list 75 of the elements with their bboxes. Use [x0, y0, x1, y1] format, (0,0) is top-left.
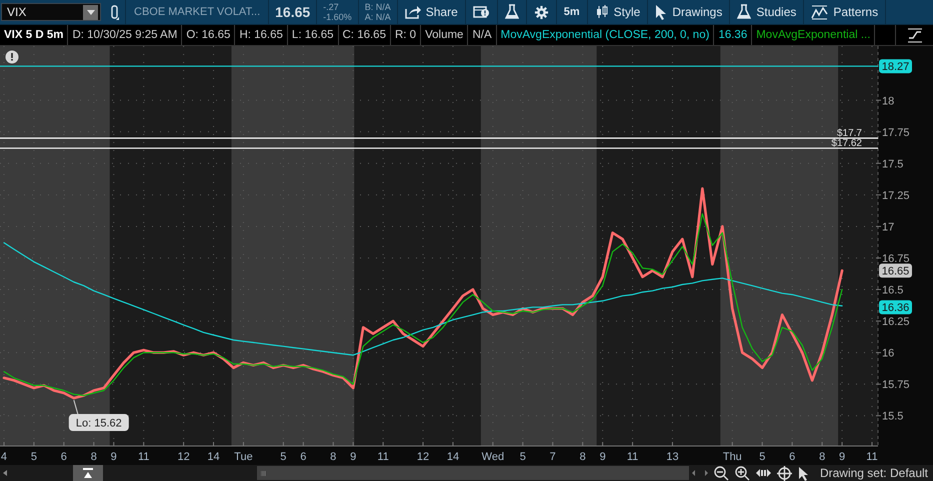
info-cell: O: 16.65 [182, 25, 236, 45]
info-cell: H: 16.65 [235, 25, 288, 45]
toolbar-button[interactable]: Share [398, 0, 466, 24]
symbol-description: CBOE MARKET VOLAT... [126, 0, 270, 24]
x-axis-label: Tue [234, 451, 253, 463]
x-axis-label: 5 [759, 451, 766, 463]
study-value: 16.36 [714, 25, 752, 45]
info-cell: N/A [468, 25, 497, 45]
x-axis-label: 8 [330, 451, 336, 463]
x-axis-label: 9 [600, 451, 606, 463]
toolbar-button[interactable]: 5m [556, 0, 588, 24]
price-badge: 16.65 [879, 264, 912, 278]
toolbar-button[interactable]: Studies [730, 0, 804, 24]
x-axis-label: 6 [60, 451, 67, 463]
toolbar-button[interactable]: Drawings [648, 0, 730, 24]
info-cell: D: 10/30/25 9:25 AM [68, 25, 182, 45]
bid-price: B: N/A [364, 2, 391, 12]
chart-title: VIX 5 D 5m [0, 25, 68, 45]
price-change: -.27 [323, 2, 340, 12]
x-axis-label: 9 [110, 451, 117, 463]
price-badge: 18.27 [879, 59, 912, 74]
x-axis-label: 12 [177, 451, 190, 463]
percent-change: -1.60% [323, 12, 352, 22]
x-axis-label: 11 [866, 451, 878, 463]
info-cell: Volume [421, 25, 468, 45]
x-axis-label: 5 [30, 451, 37, 463]
info-cell: C: 16.65 [338, 25, 391, 45]
x-axis-label: 5 [280, 451, 286, 463]
y-axis-label: 16 [882, 348, 894, 360]
x-axis-label: 7 [550, 451, 556, 463]
x-axis-label: 6 [789, 451, 796, 463]
annotation: 18.27 [882, 61, 910, 74]
price-level-label: $17.7 [836, 128, 862, 140]
y-axis-label: 17.25 [882, 190, 910, 202]
x-axis-label: 13 [666, 451, 679, 463]
y-axis-label: 16.75 [882, 252, 910, 265]
x-axis-label: 4 [0, 451, 8, 463]
x-axis-label: 6 [300, 451, 306, 463]
x-axis-label: 8 [580, 451, 586, 463]
y-axis-label: 17 [882, 221, 894, 234]
info-cell: R: 0 [390, 25, 422, 45]
drawing-set-label: Drawing set: Default [820, 466, 929, 480]
x-axis-label: 11 [626, 451, 638, 463]
price-level-label: $17.62 [831, 138, 862, 150]
x-axis-label: Wed [482, 451, 504, 463]
y-axis-label: 16.5 [882, 284, 904, 297]
x-axis-label: 8 [819, 451, 826, 463]
x-axis-label: 11 [138, 451, 150, 463]
x-axis-label: 14 [207, 451, 220, 463]
y-axis-label: 17.75 [882, 126, 910, 139]
toolbar-button[interactable]: Patterns [804, 0, 886, 24]
info-cell: L: 16.65 [288, 25, 338, 45]
x-axis-label: 12 [416, 451, 430, 463]
y-axis-label: 16.25 [882, 316, 910, 328]
price-badge: 16.36 [879, 300, 912, 314]
annotation: 16.36 [882, 302, 910, 314]
x-axis-label: 5 [520, 451, 526, 463]
y-axis-label: 15.75 [882, 379, 910, 392]
x-axis-label: 9 [350, 451, 356, 463]
x-axis-label: 11 [377, 451, 389, 463]
low-price-label: Lo: 15.62 [68, 414, 129, 432]
y-axis-label: 15.5 [882, 410, 904, 423]
study-label[interactable]: MovAvgExponential ... [752, 25, 876, 45]
y-axis-label: 17.5 [882, 158, 904, 170]
x-axis-label: 14 [446, 451, 460, 463]
symbol-field[interactable]: VIX [1, 3, 101, 21]
y-axis-label: 18 [882, 95, 894, 108]
toolbar-button[interactable]: Style [588, 0, 648, 24]
annotation: 16.65 [882, 266, 910, 278]
ask-price: A: N/A [364, 12, 391, 22]
study-label[interactable]: MovAvgExponential (CLOSE, 200, 0, no) [496, 25, 714, 45]
x-axis-label: 8 [90, 451, 97, 463]
last-price: 16.65 [275, 4, 310, 20]
x-axis-label: 9 [839, 451, 846, 463]
x-axis-label: Thu [722, 451, 742, 463]
